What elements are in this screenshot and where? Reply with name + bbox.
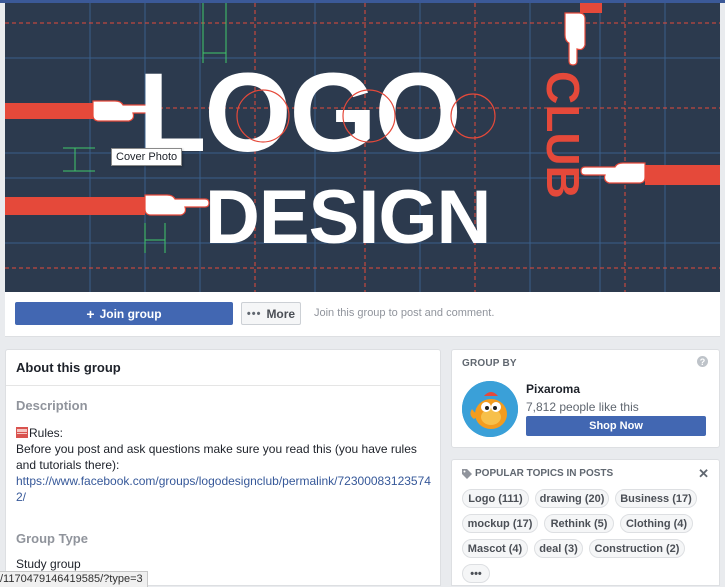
shop-now-button[interactable]: Shop Now bbox=[526, 416, 706, 436]
more-label: More bbox=[266, 306, 296, 321]
description-label: Description bbox=[16, 398, 88, 413]
page-name[interactable]: Pixaroma bbox=[526, 382, 580, 396]
description-text: Rules: Before you post and ask questions… bbox=[16, 425, 432, 505]
topic-chip[interactable]: Logo (111) bbox=[462, 489, 529, 508]
popular-topics-card: POPULAR TOPICS IN POSTS ✕ Logo (111) dra… bbox=[451, 459, 720, 586]
page-likes: 7,812 people like this bbox=[526, 400, 639, 414]
pixaroma-mascot-icon bbox=[462, 381, 518, 437]
popular-topics-header: POPULAR TOPICS IN POSTS bbox=[462, 468, 613, 479]
cover-photo-tooltip: Cover Photo bbox=[111, 148, 183, 166]
rules-text: Before you post and ask questions make s… bbox=[16, 442, 417, 472]
topic-chip[interactable]: mockup (17) bbox=[462, 514, 538, 533]
topic-chip[interactable]: Construction (2) bbox=[589, 539, 685, 558]
logo-word: LOGO bbox=[138, 50, 460, 175]
plus-icon: + bbox=[86, 305, 95, 322]
group-type-label: Group Type bbox=[16, 531, 88, 546]
avatar[interactable] bbox=[462, 381, 518, 437]
topic-chip[interactable]: Rethink (5) bbox=[544, 514, 614, 533]
rules-label: Rules: bbox=[29, 426, 64, 440]
topic-chip[interactable]: deal (3) bbox=[534, 539, 583, 558]
group-by-title: GROUP BY bbox=[462, 358, 517, 369]
design-word: DESIGN bbox=[205, 175, 490, 260]
help-icon[interactable]: ? bbox=[697, 356, 708, 367]
close-icon[interactable]: ✕ bbox=[698, 466, 709, 482]
topic-chip[interactable]: drawing (20) bbox=[535, 489, 609, 508]
status-bar-url: /1170479146419585/?type=3 bbox=[0, 571, 148, 587]
rules-link[interactable]: https://www.facebook.com/groups/logodesi… bbox=[16, 474, 431, 504]
group-action-bar: + Join group ••• More Join this group to… bbox=[5, 292, 720, 337]
join-group-label: Join group bbox=[99, 306, 162, 321]
topic-chip[interactable]: Clothing (4) bbox=[620, 514, 693, 533]
about-title: About this group bbox=[6, 350, 440, 386]
club-word: CLUB bbox=[537, 71, 589, 199]
cover-photo[interactable]: LOGO DESIGN CLUB Cover Photo bbox=[5, 3, 720, 292]
more-dots-icon: ••• bbox=[246, 307, 262, 320]
group-by-card: GROUP BY ? Pixaroma 7,812 people like th… bbox=[451, 349, 720, 448]
tag-icon bbox=[462, 468, 472, 479]
join-hint-text: Join this group to post and comment. bbox=[314, 307, 495, 319]
topic-chip[interactable]: Business (17) bbox=[615, 489, 697, 508]
book-icon bbox=[16, 427, 28, 438]
join-group-button[interactable]: + Join group bbox=[15, 302, 233, 325]
popular-topics-title: POPULAR TOPICS IN POSTS bbox=[475, 468, 614, 479]
topic-chip[interactable]: Mascot (4) bbox=[462, 539, 528, 558]
group-type-value: Study group bbox=[16, 557, 81, 571]
about-group-card: About this group Description Rules: Befo… bbox=[5, 349, 441, 586]
more-topics-button[interactable]: ••• bbox=[462, 564, 490, 583]
more-button[interactable]: ••• More bbox=[241, 302, 301, 325]
